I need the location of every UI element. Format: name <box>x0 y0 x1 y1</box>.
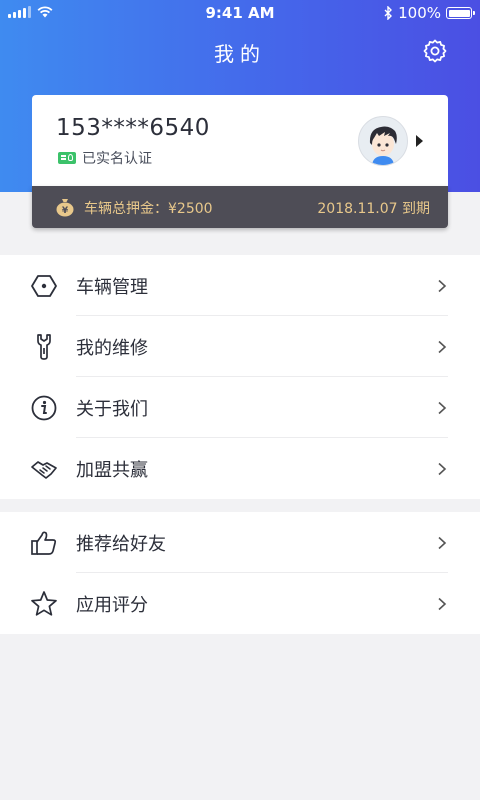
menu-label: 关于我们 <box>76 399 148 420</box>
chevron-right-icon <box>438 401 447 415</box>
menu-group-primary: 车辆管理 我的维修 关于我们 加盟共赢 <box>0 255 480 499</box>
menu-item-my-repairs[interactable]: 我的维修 <box>0 316 480 377</box>
svg-text:¥: ¥ <box>62 206 69 216</box>
verify-text: 已实名认证 <box>82 151 152 167</box>
thumbs-up-icon <box>31 531 57 555</box>
menu-item-rate-app[interactable]: 应用评分 <box>0 573 480 634</box>
hexagon-icon <box>31 275 57 297</box>
chevron-right-icon <box>438 536 447 550</box>
menu-label: 车辆管理 <box>76 277 148 298</box>
menu-item-franchise[interactable]: 加盟共赢 <box>0 438 480 499</box>
handshake-icon <box>31 461 57 479</box>
status-bar: 9:41 AM 100% <box>0 0 480 26</box>
info-icon <box>31 395 57 421</box>
wrench-icon <box>37 334 51 360</box>
chevron-right-icon <box>438 462 447 476</box>
menu-label: 加盟共赢 <box>76 460 148 481</box>
chevron-right-icon <box>438 597 447 611</box>
menu-item-about-us[interactable]: 关于我们 <box>0 377 480 438</box>
phone-number: 153****6540 <box>56 115 210 141</box>
page-title: 我的 <box>214 42 266 66</box>
deposit-expiry: 2018.11.07 到期 <box>317 201 430 217</box>
star-icon <box>31 591 57 616</box>
profile-card[interactable]: 153****6540 已实名认证 <box>32 95 448 186</box>
menu-label: 应用评分 <box>76 595 148 616</box>
menu-label: 推荐给好友 <box>76 534 166 555</box>
user-avatar-icon <box>369 126 397 165</box>
id-card-icon <box>58 152 76 164</box>
verify-status: 已实名认证 <box>58 148 152 168</box>
money-bag-icon: ¥ <box>56 199 74 217</box>
deposit-amount: 车辆总押金：¥2500 <box>84 201 213 217</box>
gear-icon[interactable] <box>422 38 448 64</box>
menu-item-recommend[interactable]: 推荐给好友 <box>0 512 480 573</box>
avatar[interactable] <box>358 116 408 166</box>
profile-arrow-icon[interactable] <box>416 135 423 147</box>
status-right: 100% <box>384 4 475 22</box>
menu-label: 我的维修 <box>76 338 148 359</box>
menu-group-secondary: 推荐给好友 应用评分 <box>0 512 480 634</box>
menu-item-vehicle-management[interactable]: 车辆管理 <box>0 255 480 316</box>
battery-icon <box>446 7 475 19</box>
chevron-right-icon <box>438 340 447 354</box>
deposit-bar[interactable]: ¥ 车辆总押金：¥2500 2018.11.07 到期 <box>32 186 448 228</box>
bluetooth-icon <box>384 6 393 20</box>
battery-percent: 100% <box>398 4 441 22</box>
chevron-right-icon <box>438 279 447 293</box>
